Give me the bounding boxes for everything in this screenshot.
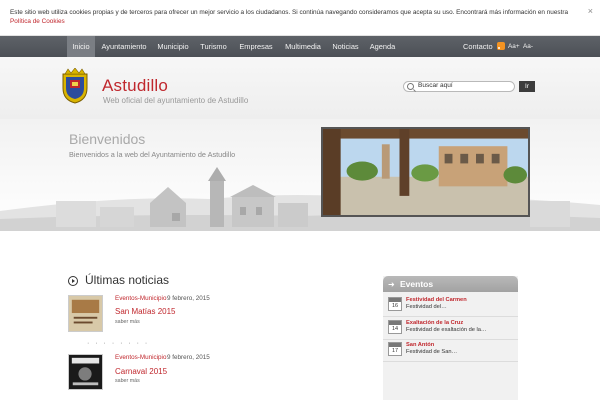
read-more-link[interactable]: saber más (115, 378, 140, 384)
cookie-policy-link[interactable]: Política de Cookies (10, 18, 65, 25)
event-description: Festividad de San… (406, 349, 458, 355)
events-widget (383, 276, 518, 400)
news-thumbnail[interactable] (68, 354, 103, 390)
event-title[interactable]: San Antón (406, 342, 434, 348)
contact-link[interactable]: Contacto (463, 36, 493, 57)
nav-item-turismo[interactable]: Turismo (197, 36, 230, 57)
site-title[interactable]: Astudillo (102, 76, 168, 96)
calendar-day: 16 (391, 303, 399, 309)
search-placeholder: Buscar aquí (418, 82, 453, 89)
calendar-day: 14 (391, 326, 399, 332)
event-divider (383, 361, 518, 362)
banner-title: Bienvenidos (69, 131, 146, 147)
news-heading: Últimas noticias (85, 273, 170, 287)
news-title[interactable]: Carnaval 2015 (115, 367, 167, 376)
news-category[interactable]: Eventos-Municipio (115, 354, 166, 361)
news-separator: · · · · · · · · (87, 340, 150, 347)
search-button[interactable]: Ir (519, 81, 535, 92)
rss-icon[interactable] (497, 42, 505, 50)
site-subtitle: Web oficial del ayuntamiento de Astudill… (103, 96, 249, 105)
event-description: Festividad del… (406, 304, 447, 310)
events-title: Eventos (400, 279, 434, 289)
calendar-day: 17 (391, 348, 399, 354)
nav-item-multimedia[interactable]: Multimedia (281, 36, 325, 57)
close-icon[interactable]: × (588, 6, 593, 16)
news-title[interactable]: San Matías 2015 (115, 307, 175, 316)
calendar-icon: 14 (388, 320, 402, 334)
event-title[interactable]: Exaltación de la Cruz (406, 320, 463, 326)
cookie-bar: Este sitio web utiliza cookies propias y… (0, 0, 600, 36)
event-divider (383, 339, 518, 340)
arrow-right-icon: ➜ (388, 280, 395, 289)
nav-item-ayuntamiento[interactable]: Ayuntamiento (97, 36, 151, 57)
nav-item-inicio[interactable]: Inicio (67, 36, 95, 57)
nav-item-agenda[interactable]: Agenda (367, 36, 398, 57)
nav-item-empresas[interactable]: Empresas (236, 36, 276, 57)
font-larger-button[interactable]: Aa+ (508, 36, 520, 57)
plaza-photo (321, 127, 530, 217)
banner-subtitle: Bienvenidos a la web del Ayuntamiento de… (69, 150, 236, 159)
cookie-text: Este sitio web utiliza cookies propias y… (10, 9, 569, 16)
news-category[interactable]: Eventos-Municipio (115, 295, 166, 302)
news-date: 9 febrero, 2015 (167, 295, 210, 302)
calendar-icon: 17 (388, 342, 402, 356)
crest-logo[interactable] (60, 68, 90, 104)
event-description: Festividad de exaltación de la… (406, 327, 487, 333)
cookie-notice: Este sitio web utiliza cookies propias y… (10, 8, 575, 26)
arrow-circle-icon (68, 276, 78, 286)
event-divider (383, 316, 518, 317)
main-nav: Inicio Ayuntamiento Municipio Turismo Em… (0, 36, 600, 57)
news-date: 9 febrero, 2015 (167, 354, 210, 361)
search-icon (407, 83, 414, 90)
nav-item-municipio[interactable]: Municipio (154, 36, 192, 57)
event-title[interactable]: Festividad del Carmen (406, 297, 467, 303)
nav-item-noticias[interactable]: Noticias (329, 36, 362, 57)
font-smaller-button[interactable]: Aa- (523, 36, 533, 57)
read-more-link[interactable]: saber más (115, 319, 140, 325)
calendar-icon: 16 (388, 297, 402, 311)
news-thumbnail[interactable] (68, 295, 103, 332)
